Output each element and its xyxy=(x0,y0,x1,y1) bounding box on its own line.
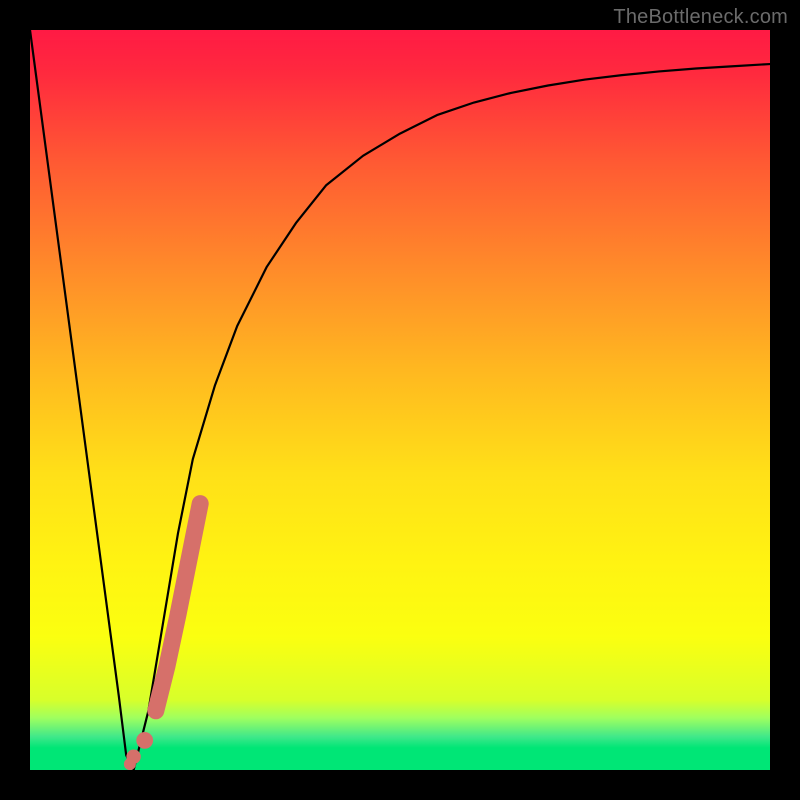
marker-segment xyxy=(124,504,200,770)
watermark-text: TheBottleneck.com xyxy=(613,6,788,29)
chart-container: TheBottleneck.com xyxy=(0,0,800,800)
plot-area xyxy=(30,30,770,770)
marker-dot xyxy=(126,749,140,763)
bottleneck-curve-path xyxy=(30,30,770,770)
chart-svg xyxy=(30,30,770,770)
marker-dot xyxy=(136,732,153,749)
